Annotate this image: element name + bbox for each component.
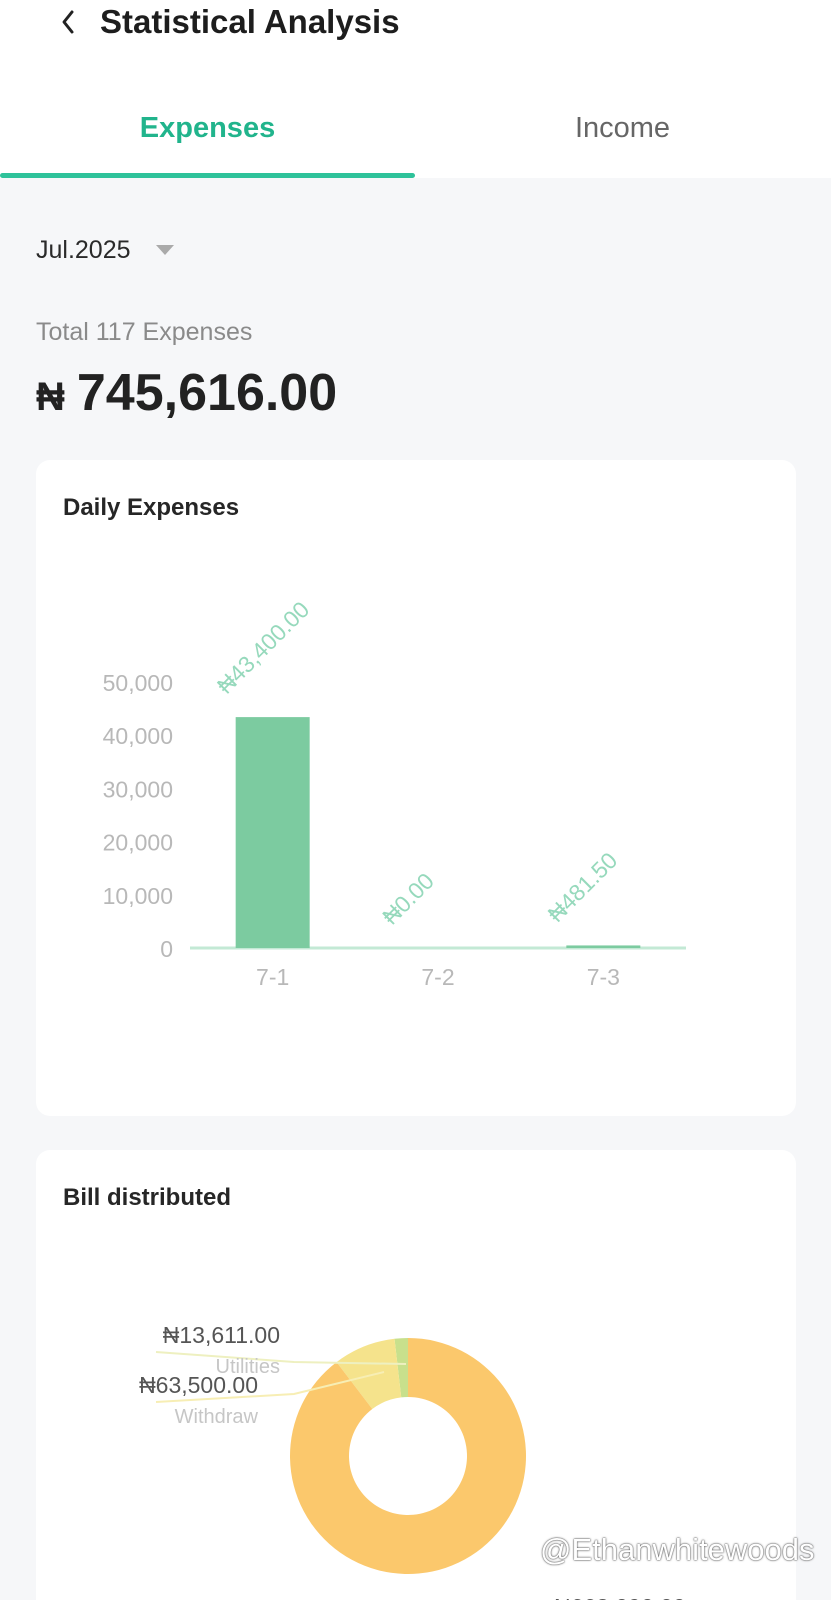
bar-value-label: ₦43,400.00	[212, 596, 314, 698]
total-caption: Total 117 Expenses	[36, 318, 253, 346]
x-tick-label: 7-3	[587, 964, 620, 990]
y-tick-label: 40,000	[103, 723, 173, 749]
tab-income[interactable]: Income	[415, 106, 830, 150]
x-tick-label: 7-2	[421, 964, 454, 990]
slice-value-label: ₦63,500.00	[139, 1372, 258, 1398]
chevron-left-icon	[62, 10, 74, 34]
y-tick-label: 50,000	[103, 670, 173, 696]
total-amount: ₦ 745,616.00	[36, 362, 337, 428]
tab-expenses[interactable]: Expenses	[0, 106, 415, 150]
y-tick-label: 20,000	[103, 830, 173, 856]
page-title: Statistical Analysis	[100, 3, 400, 40]
back-button[interactable]	[50, 2, 86, 42]
total-value: 745,616.00	[76, 364, 338, 422]
watermark-text: @Ethanwhitewoods	[540, 1532, 815, 1567]
bar-value-label: ₦0.00	[377, 868, 439, 930]
slice-value-label: ₦668,090.00	[554, 1594, 686, 1600]
x-tick-label: 7-1	[256, 964, 289, 990]
currency-symbol: ₦	[36, 375, 65, 419]
slice-value-label: ₦13,611.00	[163, 1322, 280, 1348]
y-tick-label: 10,000	[103, 883, 173, 909]
slice-name-label: Withdraw	[175, 1406, 259, 1428]
watermark: @Ethanwhitewoods	[508, 1532, 814, 1568]
active-tab-indicator	[0, 173, 415, 178]
donut-slice	[290, 1338, 526, 1574]
y-tick-label: 30,000	[103, 776, 173, 802]
bar	[566, 945, 641, 948]
y-tick-label: 0	[160, 936, 173, 962]
bar-value-label: ₦481.50	[542, 847, 622, 927]
caret-down-icon	[155, 245, 174, 255]
month-label: Jul.2025	[36, 235, 131, 264]
app-header: Statistical Analysis Expenses Income	[0, 0, 831, 178]
daily-expenses-card: Daily Expenses 50,000 40,000 30,000 20,000 1…	[36, 460, 796, 1116]
bar	[235, 717, 310, 948]
social-logo-icon	[508, 1536, 536, 1564]
month-selector[interactable]: Jul.2025	[36, 232, 175, 268]
daily-expenses-chart: 50,000 40,000 30,000 20,000 10,000 0 7-1 ₦43,40…	[103, 596, 686, 990]
